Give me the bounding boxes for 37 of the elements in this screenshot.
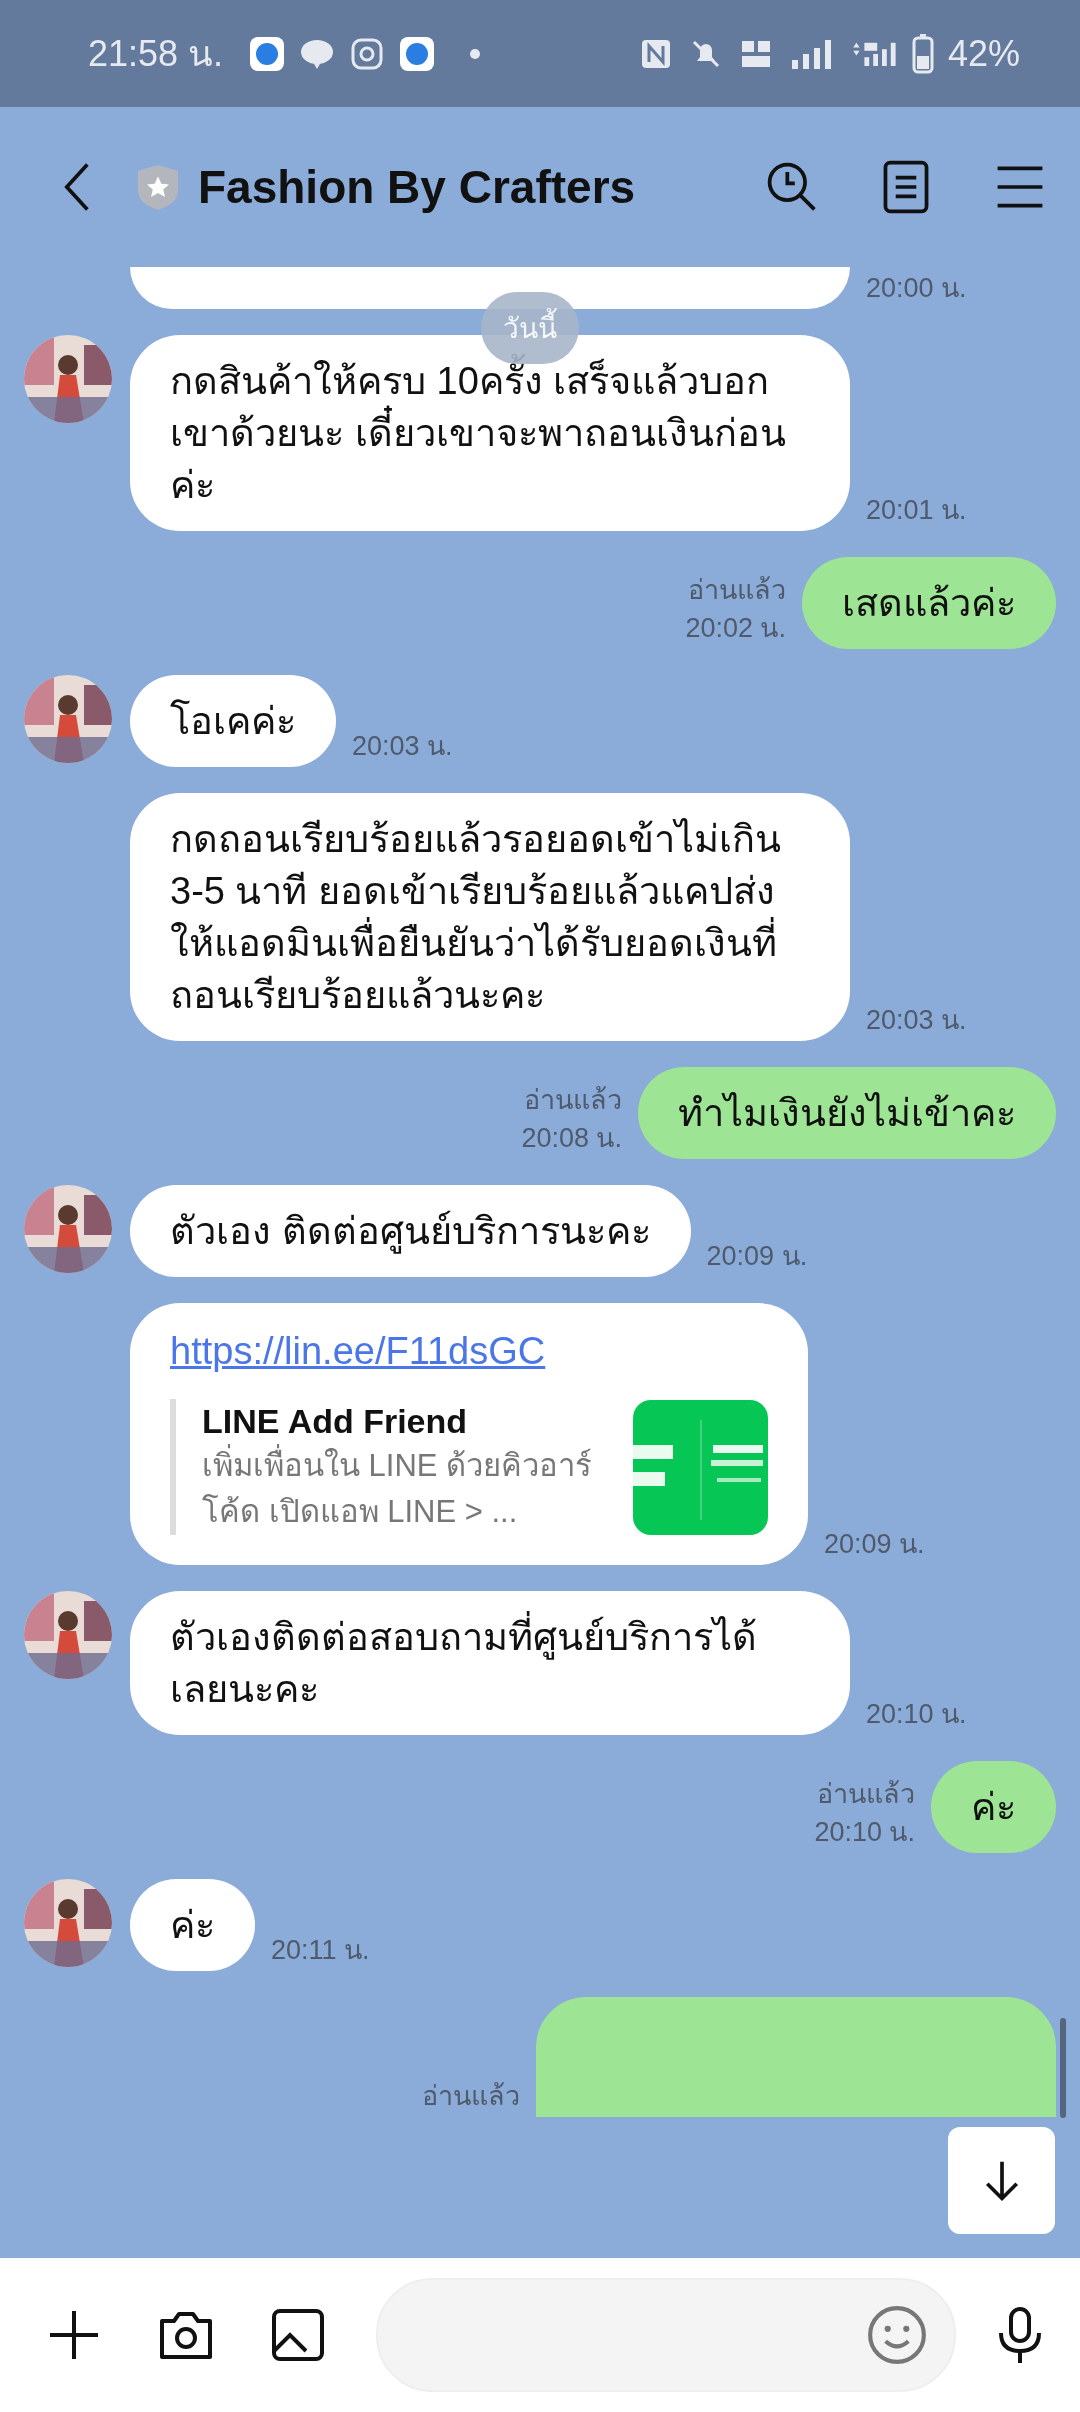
message-time: 20:08 น. xyxy=(521,1122,622,1155)
read-receipt: อ่านแล้ว xyxy=(688,574,786,607)
message-time: 20:09 น. xyxy=(824,1528,925,1561)
message-time: 20:02 น. xyxy=(685,612,786,645)
preview-title: LINE Add Friend xyxy=(202,1401,469,1442)
message-bubble[interactable]: ค่ะ xyxy=(931,1761,1056,1853)
more-notifications-icon xyxy=(469,47,482,60)
link-preview-card[interactable]: https://lin.ee/F11dsGC LINE Add Friend เพิ่มเพื่อนใน LINE ด้วยคิวอาร์โค้ด เปิดแอพ LINE > ... xyxy=(130,1303,808,1565)
message-time: 20:01 น. xyxy=(866,494,967,527)
status-time: 21:58 น. xyxy=(88,32,224,76)
message-bubble[interactable]: ค่ะ xyxy=(130,1879,255,1971)
app-notification-icon xyxy=(399,35,436,72)
message-bubble[interactable]: โอเคค่ะ xyxy=(130,675,336,767)
message-bubble[interactable]: เสดแล้วค่ะ xyxy=(802,557,1056,649)
message-time: 20:09 น. xyxy=(706,1240,808,1273)
message-time: 20:10 น. xyxy=(814,1816,915,1849)
message-time: 20:10 น. xyxy=(866,1698,967,1731)
message-time: 20:03 น. xyxy=(352,730,453,763)
chat-title: Fashion By Crafters xyxy=(198,160,636,214)
read-receipt: อ่านแล้ว xyxy=(817,1778,915,1811)
battery-percentage: 42% xyxy=(947,32,1020,75)
scroll-down-button[interactable] xyxy=(948,2127,1055,2234)
message-bubble[interactable]: ทำไมเงินยังไม่เข้าคะ xyxy=(638,1067,1056,1159)
message-time: 20:00 น. xyxy=(866,272,967,305)
message-bubble[interactable]: กดถอนเรียบร้อยแล้วรอยอดเข้าไม่เกิน 3-5 นาที ยอดเข้าเรียบร้อยแล้วแคปส่งให้แอดมินเพื่อยืนยันว่าได้รับยอดเงินที่ถอนเรียบร้อยแล้วนะคะ xyxy=(130,793,850,1041)
message-time: 20:03 น. xyxy=(866,1004,967,1037)
shield-star-icon xyxy=(136,163,180,211)
message-bubble[interactable]: ตัวเองติดต่อสอบถามที่ศูนย์บริการได้เลยนะคะ xyxy=(130,1591,850,1735)
app-notification-icon xyxy=(249,35,286,72)
emoji-icon[interactable] xyxy=(866,2304,928,2366)
battery-icon xyxy=(911,33,934,74)
preview-description: เพิ่มเพื่อนใน LINE ด้วยคิวอาร์โค้ด เปิดแอพ LINE > ... xyxy=(202,1443,617,1535)
message-time: 20:11 น. xyxy=(271,1934,370,1967)
read-receipt: อ่านแล้ว xyxy=(422,2080,520,2113)
message-bubble[interactable]: ตัวเอง ติดต่อศูนย์บริการนะคะ xyxy=(130,1185,691,1277)
link[interactable]: https://lin.ee/F11dsGC xyxy=(170,1325,768,1377)
read-receipt: อ่านแล้ว xyxy=(524,1084,622,1117)
